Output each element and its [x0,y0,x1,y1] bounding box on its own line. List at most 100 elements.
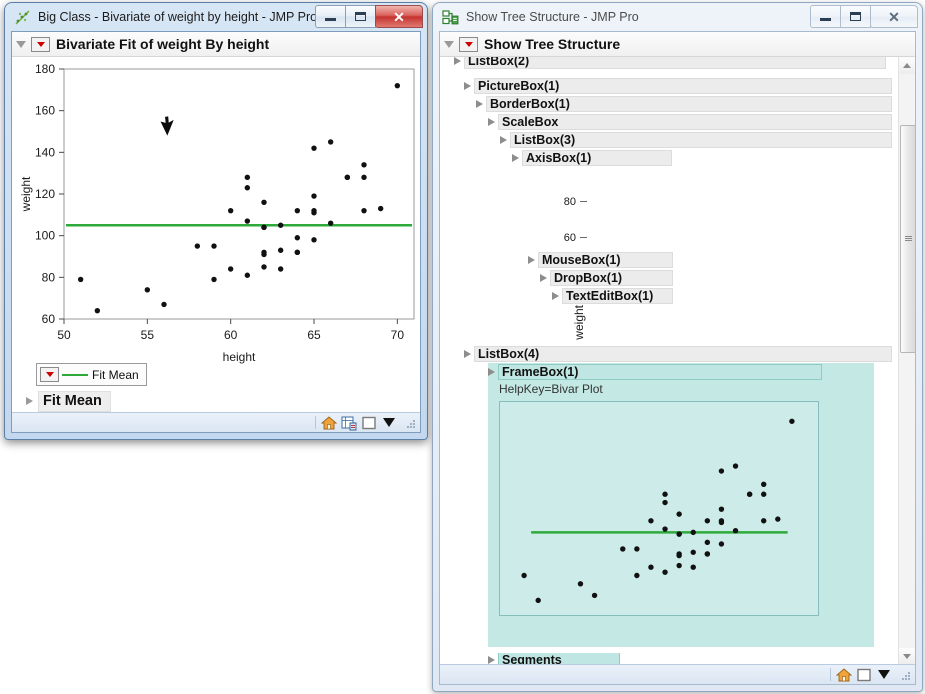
tree-row[interactable]: ListBox(2) [454,57,886,70]
y-axis-tick: 140 [35,145,55,159]
tree-node-label[interactable]: TextEditBox(1) [562,288,673,304]
display-box-icon[interactable] [855,667,873,683]
chevron-down-icon[interactable] [875,667,893,683]
outline-header-bivariate[interactable]: Bivariate Fit of weight By height [12,32,420,57]
tree-row[interactable]: PictureBox(1) [464,77,892,95]
scrollbar-thumb[interactable] [900,125,915,353]
frame-box-region[interactable]: FrameBox(1) HelpKey=Bivar Plot [488,363,874,647]
bivariate-scatter-plot[interactable]: 60 80 100 120 140 160 180 50 55 60 65 70 height weigh… [12,57,420,372]
axis-tick-60: 60 [564,232,576,244]
close-button[interactable]: ✕ [375,5,423,28]
data-point [620,546,626,552]
red-triangle-menu-icon[interactable] [31,36,50,52]
page-title: Bivariate Fit of weight By height [56,36,270,52]
tree-view[interactable]: ListBox(2) PictureBox(1) BorderBox(1) Sc… [440,57,899,665]
window-title-bivariate: Big Class - Bivariate of weight by heigh… [38,10,318,24]
tree-row[interactable]: BorderBox(1) [476,95,892,113]
display-box-icon[interactable] [360,415,378,431]
tree-row[interactable]: ListBox(3) [500,131,892,149]
disclosure-triangle-icon[interactable] [464,82,471,90]
legend-fit-mean[interactable]: Fit Mean [36,363,147,386]
minimize-button[interactable] [315,5,346,28]
data-point [294,235,301,241]
tree-row[interactable]: MouseBox(1) [528,251,673,269]
tree-node-label[interactable]: ScaleBox [498,114,892,130]
disclosure-triangle-icon[interactable] [488,656,495,664]
y-axis-tick: 80 [42,270,56,284]
data-point [244,218,251,224]
tree-node-label[interactable]: ListBox(4) [474,346,892,362]
data-point [676,531,682,537]
disclosure-triangle-icon[interactable] [528,256,535,264]
window-bivariate[interactable]: Big Class - Bivariate of weight by heigh… [4,2,428,440]
disclosure-triangle-icon[interactable] [512,154,519,162]
legend-label: Fit Mean [92,367,139,382]
window-controls-tree[interactable]: ✕ [810,5,918,28]
tree-scroll-pane[interactable]: ListBox(2) PictureBox(1) BorderBox(1) Sc… [440,57,915,665]
tree-row[interactable]: DropBox(1) [540,269,673,287]
maximize-button[interactable] [840,5,871,28]
tree-row[interactable]: ListBox(4) [464,345,892,363]
disclosure-triangle-icon[interactable] [488,368,495,376]
disclosure-triangle-icon[interactable] [454,57,461,65]
tree-row[interactable]: TextEditBox(1) [552,287,673,305]
data-point [261,224,267,231]
tree-row[interactable]: AxisBox(1) [512,149,672,167]
tree-node-label[interactable]: MouseBox(1) [538,252,673,268]
data-point [535,597,541,604]
statusbar-divider [315,416,316,429]
frame-preview-plot[interactable] [499,401,819,616]
data-point [676,551,682,557]
titlebar-bivariate[interactable]: Big Class - Bivariate of weight by heigh… [5,3,427,31]
tree-node-label[interactable]: ListBox(2) [464,57,886,69]
tree-structure-icon [442,9,459,26]
disclosure-triangle-icon[interactable] [464,350,471,358]
scroll-down-button[interactable] [899,648,915,665]
home-icon[interactable] [320,415,338,431]
data-point [577,581,584,587]
chevron-down-icon[interactable] [380,415,398,431]
legend-red-triangle-icon[interactable] [40,367,59,382]
disclosure-triangle-icon[interactable] [26,397,33,405]
red-triangle-menu-icon[interactable] [459,36,478,52]
disclosure-triangle-icon[interactable] [552,292,559,300]
tree-node-label[interactable]: DropBox(1) [550,270,673,286]
vertical-scrollbar[interactable] [898,57,915,665]
tree-node-label[interactable]: PictureBox(1) [474,78,892,94]
tree-node-label[interactable]: BorderBox(1) [486,96,892,112]
tree-row[interactable]: FrameBox(1) [488,363,822,381]
data-point [704,518,711,524]
window-controls-bivariate[interactable]: ✕ [315,5,423,28]
x-axis-tick: 70 [391,328,405,342]
data-point [311,210,317,216]
close-button[interactable]: ✕ [870,5,918,28]
maximize-button[interactable] [345,5,376,28]
tree-row[interactable]: ScaleBox [488,113,892,131]
disclosure-triangle-icon[interactable] [540,274,547,282]
data-table-icon[interactable] [340,415,358,431]
titlebar-tree[interactable]: Show Tree Structure - JMP Pro ✕ [433,3,922,31]
data-point [676,562,682,569]
resize-grip-icon[interactable] [405,417,417,429]
outline-header-tree[interactable]: Show Tree Structure [440,32,915,57]
disclosure-triangle-icon[interactable] [476,100,483,108]
data-point [294,249,301,256]
tree-node-label[interactable]: AxisBox(1) [522,150,672,166]
home-icon[interactable] [835,667,853,683]
disclosure-triangle-icon[interactable] [16,40,26,48]
window-tree-structure[interactable]: Show Tree Structure - JMP Pro ✕ Show Tre… [432,2,923,692]
data-point [361,174,367,181]
data-point [662,569,668,575]
legend-line-swatch [62,373,88,376]
minimize-button[interactable] [810,5,841,28]
outline-fit-mean[interactable]: Fit Mean [26,390,111,412]
disclosure-triangle-icon[interactable] [500,136,507,144]
tree-node-label[interactable]: FrameBox(1) [498,364,822,380]
resize-grip-icon[interactable] [900,669,912,681]
disclosure-triangle-icon[interactable] [444,40,454,48]
tree-node-label[interactable]: ListBox(3) [510,132,892,148]
frame-scatter-svg [521,418,795,604]
disclosure-triangle-icon[interactable] [488,118,495,126]
scroll-up-button[interactable] [899,57,915,74]
data-point [194,243,201,249]
